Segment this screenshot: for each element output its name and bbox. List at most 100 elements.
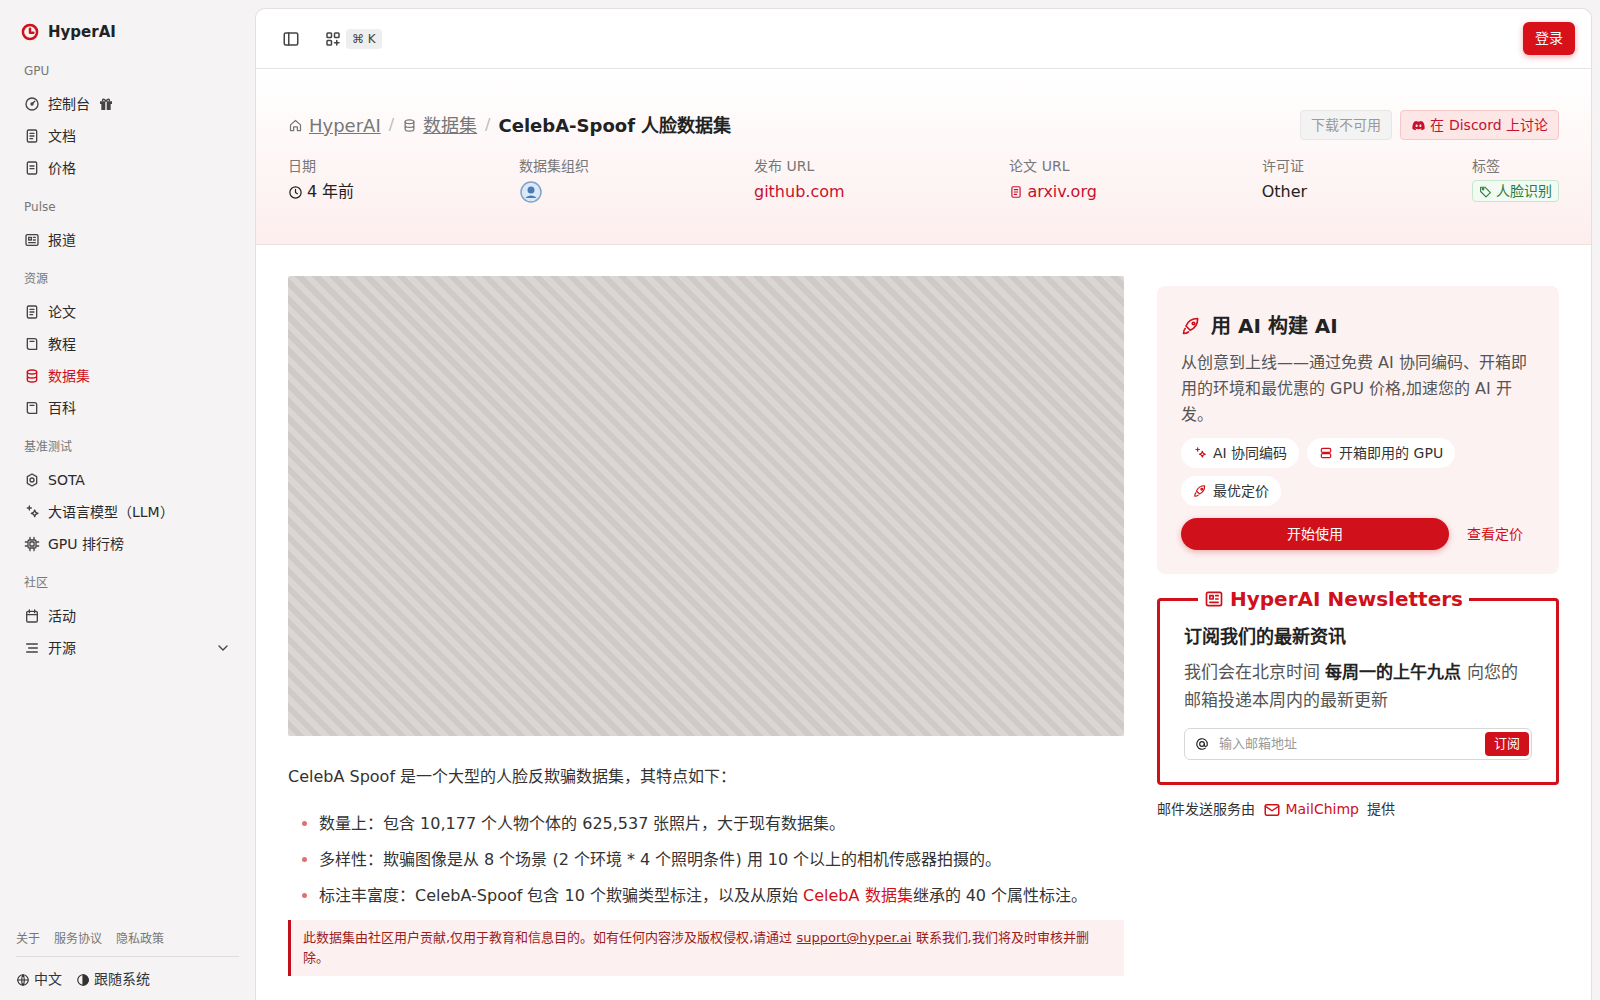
footer-link[interactable]: 隐私政策 <box>116 930 164 948</box>
server-icon <box>1319 446 1333 460</box>
mail-provider: 邮件发送服务由 MailChimp 提供 <box>1157 799 1559 820</box>
database-icon <box>402 118 417 133</box>
footer-link[interactable]: 服务协议 <box>54 930 102 948</box>
home-icon <box>288 118 303 133</box>
doc-icon <box>24 304 40 320</box>
footer-link[interactable]: 关于 <box>16 930 40 948</box>
sidebar-item[interactable]: SOTA <box>16 464 239 496</box>
mailchimp-link[interactable]: MailChimp <box>1263 799 1359 820</box>
sidebar-item[interactable]: 活动 <box>16 600 239 632</box>
sidebar-item[interactable]: 教程 <box>16 328 239 360</box>
breadcrumb-item[interactable]: HyperAI <box>288 112 381 139</box>
chip-label: AI 协同编码 <box>1213 443 1287 464</box>
url-link[interactable]: github.com <box>754 180 845 204</box>
feature-item: 多样性：欺骗图像是从 8 个场景 (2 个环境 * 4 个照明条件) 用 10 … <box>319 848 1124 872</box>
tag-text: 人脸识别 <box>1496 181 1552 201</box>
sparkles-icon <box>1193 446 1207 460</box>
breadcrumb-label: 数据集 <box>423 112 477 139</box>
header-row: HyperAI/数据集/CelebA-Spoof 人脸数据集下载不可用在 Dis… <box>288 109 1559 141</box>
meta-value: 人脸识别 <box>1472 180 1559 202</box>
inline-link[interactable]: support@hyper.ai <box>796 930 911 945</box>
sidebar-label: 价格 <box>48 158 76 179</box>
sidebar-label: 教程 <box>48 334 76 355</box>
organization-avatar-icon <box>519 180 543 204</box>
login-button[interactable]: 登录 <box>1523 22 1575 55</box>
sidebar-item[interactable]: 开源 <box>16 632 239 664</box>
start-button[interactable]: 开始使用 <box>1181 518 1449 550</box>
text-span: 提供 <box>1363 799 1395 820</box>
sidebar-item[interactable]: 报道 <box>16 224 239 256</box>
dataset-content: CelebA Spoof 是一个大型的人脸反欺骗数据集，其特点如下： 数量上：包含… <box>288 276 1124 976</box>
language-switch[interactable]: 中文 <box>16 969 62 990</box>
sidebar-item[interactable]: 控制台 <box>16 88 239 120</box>
meta-item: 日期4 年前 <box>288 156 354 204</box>
email-input[interactable] <box>1217 733 1477 755</box>
section-title: Pulse <box>16 184 239 224</box>
sidebar-toggle[interactable] <box>278 26 304 52</box>
subscribe-button[interactable]: 订阅 <box>1485 732 1529 756</box>
inline-link[interactable]: CelebA 数据集 <box>803 886 913 905</box>
breadcrumb-item: CelebA-Spoof 人脸数据集 <box>499 112 732 139</box>
newsletter-title: HyperAI Newsletters <box>1198 586 1469 612</box>
discord-button[interactable]: 在 Discord 上讨论 <box>1400 110 1559 140</box>
news-icon <box>24 232 40 248</box>
text-span: 数量上：包含 10,177 个人物个体的 625,537 张照片，大于现有数据集… <box>319 814 846 833</box>
chevron-icon <box>215 640 231 656</box>
brand[interactable]: HyperAI <box>16 16 239 48</box>
tag-badge[interactable]: 人脸识别 <box>1472 180 1559 202</box>
sidebar-item[interactable]: 论文 <box>16 296 239 328</box>
meta-label: 发布 URL <box>754 156 845 176</box>
theme-switch[interactable]: 跟随系统 <box>76 969 150 990</box>
sidebar-item[interactable]: 文档 <box>16 120 239 152</box>
breadcrumb: HyperAI/数据集/CelebA-Spoof 人脸数据集 <box>288 112 731 139</box>
tag-icon <box>1479 185 1492 198</box>
rocket-icon <box>1193 484 1207 498</box>
dashboard-icon <box>24 96 40 112</box>
meta-value: 4 年前 <box>288 180 354 204</box>
meta-item: 许可证Other <box>1262 156 1307 204</box>
newsletter-title-text: HyperAI Newsletters <box>1230 586 1463 612</box>
sparkles-icon <box>24 504 40 520</box>
page-header: HyperAI/数据集/CelebA-Spoof 人脸数据集下载不可用在 Dis… <box>256 69 1591 245</box>
intro-paragraph: CelebA Spoof 是一个大型的人脸反欺骗数据集，其特点如下： <box>288 765 1124 789</box>
discord-icon <box>1411 118 1426 133</box>
feature-list: 数量上：包含 10,177 个人物个体的 625,537 张照片，大于现有数据集… <box>288 812 1124 908</box>
breadcrumb-label: HyperAI <box>309 112 381 139</box>
brand-name: HyperAI <box>48 21 116 44</box>
preferences: 中文跟随系统 <box>16 957 239 990</box>
meta-value: Other <box>1262 180 1307 204</box>
meta-value <box>519 180 589 204</box>
sidebar: HyperAIGPU控制台文档价格Pulse报道资源论文教程数据集百科基准测试S… <box>0 0 255 1000</box>
sidebar-item[interactable]: 数据集 <box>16 360 239 392</box>
feature-chip: AI 协同编码 <box>1181 438 1299 468</box>
right-column: 用 AI 构建 AI从创意到上线——通过免费 AI 协同编码、开箱即用的环境和最… <box>1157 276 1559 976</box>
pricing-link[interactable]: 查看定价 <box>1467 524 1523 545</box>
meta-label: 论文 URL <box>1009 156 1096 176</box>
sidebar-label: 开源 <box>48 638 76 659</box>
sidebar-item[interactable]: GPU 排行榜 <box>16 528 239 560</box>
command-button[interactable]: ⌘ K <box>320 25 386 53</box>
newsletter-box: HyperAI Newsletters订阅我们的最新资讯我们会在北京时间 每周一… <box>1157 586 1559 785</box>
breadcrumb-separator: / <box>389 113 394 137</box>
book-icon <box>24 336 40 352</box>
sidebar-label: 报道 <box>48 230 76 251</box>
paper-link[interactable]: arxiv.org <box>1009 180 1096 204</box>
sidebar-item[interactable]: 百科 <box>16 392 239 424</box>
breadcrumb-item[interactable]: 数据集 <box>402 112 477 139</box>
section-title: GPU <box>16 48 239 88</box>
meta-label: 数据集组织 <box>519 156 589 176</box>
sidebar-label: 大语言模型（LLM） <box>48 502 174 523</box>
sidebar-item[interactable]: 价格 <box>16 152 239 184</box>
mailchimp-text: MailChimp <box>1285 799 1359 820</box>
section-title: 资源 <box>16 256 239 296</box>
book-icon <box>24 400 40 416</box>
text-span: 多样性：欺骗图像是从 8 个场景 (2 个环境 * 4 个照明条件) 用 10 … <box>319 850 1001 869</box>
sidebar-item[interactable]: 大语言模型（LLM） <box>16 496 239 528</box>
db-icon <box>24 368 40 384</box>
globe-icon <box>16 973 30 987</box>
button-label: 下载不可用 <box>1311 115 1381 135</box>
copyright-notice: 此数据集由社区用户贡献,仅用于教育和信息目的。如有任何内容涉及版权侵权,请通过 … <box>288 920 1124 976</box>
paper-link-text: arxiv.org <box>1027 180 1096 204</box>
email-field: 订阅 <box>1184 728 1532 760</box>
sidebar-label: 活动 <box>48 606 76 627</box>
